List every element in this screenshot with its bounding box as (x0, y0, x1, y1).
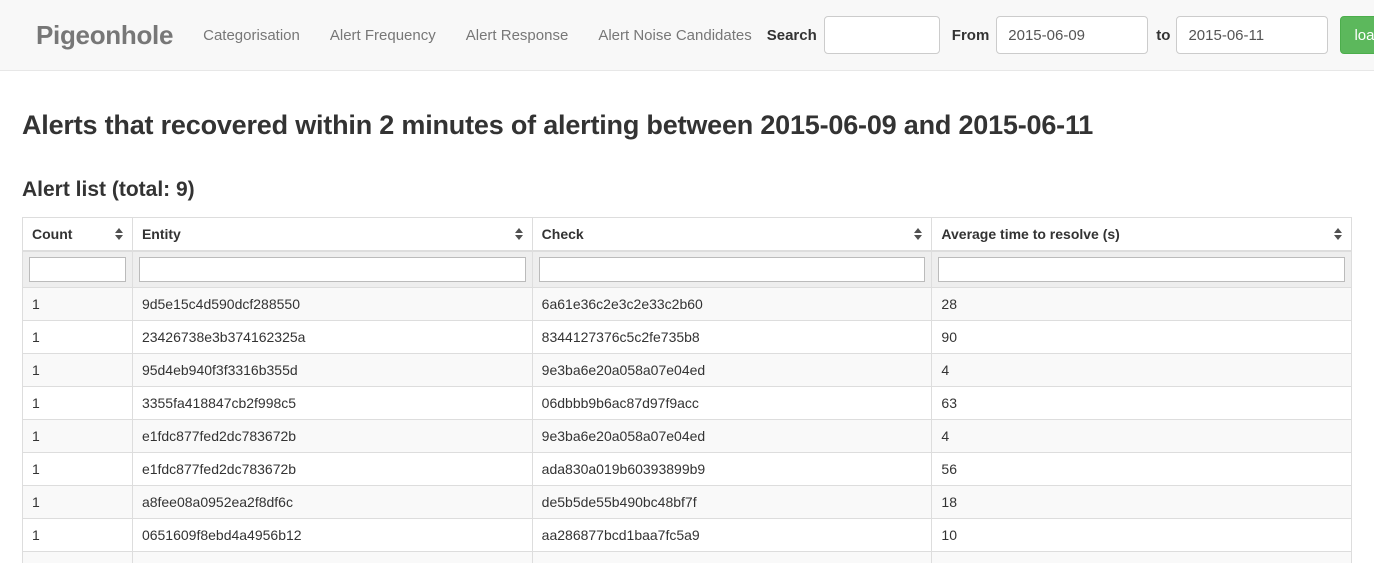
cell-count: 1 (22, 517, 133, 552)
main-nav: Categorisation Alert Frequency Alert Res… (188, 0, 767, 71)
cell-check: 8344127376c5c2fe735b8 (531, 319, 933, 354)
cell-average-time-to-resolve: 56 (931, 451, 1352, 486)
cell-count: 1 (22, 418, 133, 453)
table-row[interactable]: 1 9d5e15c4d590dcf288550 6a61e36c2e3c2e33… (22, 286, 1352, 321)
filter-input-entity[interactable] (138, 256, 526, 282)
filter-cell-average-time-to-resolve (931, 250, 1352, 288)
sort-both-icon[interactable] (1333, 227, 1343, 241)
alert-table-body: 1 9d5e15c4d590dcf288550 6a61e36c2e3c2e33… (22, 286, 1352, 563)
search-label: Search (766, 26, 817, 44)
sort-both-icon[interactable] (913, 227, 923, 241)
table-row[interactable]: 1 95d4eb940f3f3316b355d 9e3ba6e20a058a07… (22, 352, 1352, 387)
table-row[interactable]: 1 a60bd88d1886cfb19873a af71477e592f4f8d… (22, 550, 1352, 563)
cell-entity: a60bd88d1886cfb19873a (131, 550, 533, 563)
table-filter-row (22, 250, 1352, 288)
column-header-check[interactable]: Check (531, 216, 933, 252)
nav-link-alert-response[interactable]: Alert Response (451, 0, 584, 71)
cell-entity: a8fee08a0952ea2f8df6c (131, 484, 533, 519)
main-container: Alerts that recovered within 2 minutes o… (0, 109, 1374, 563)
from-date-input[interactable] (996, 16, 1149, 54)
brand-logo[interactable]: Pigeonhole (0, 22, 188, 48)
cell-check: 9e3ba6e20a058a07e04ed (531, 352, 933, 387)
filter-input-average-time-to-resolve[interactable] (938, 256, 1345, 282)
nav-item-alert-response[interactable]: Alert Response (451, 0, 584, 71)
cell-entity: 95d4eb940f3f3316b355d (131, 352, 533, 387)
column-header-entity-label: Entity (141, 225, 181, 242)
cell-check: 06dbbb9b6ac87d97f9acc (531, 385, 933, 420)
sort-both-icon[interactable] (514, 227, 524, 241)
cell-average-time-to-resolve: 4 (931, 418, 1352, 453)
load-button[interactable]: load (1340, 16, 1374, 54)
cell-check: 9e3ba6e20a058a07e04ed (531, 418, 933, 453)
cell-check: af71477e592f4f8d4b66d (531, 550, 933, 563)
cell-entity: e1fdc877fed2dc783672b (131, 451, 533, 486)
table-row[interactable]: 1 0651609f8ebd4a4956b12 aa286877bcd1baa7… (22, 517, 1352, 552)
to-date-input[interactable] (1176, 16, 1329, 54)
table-header-row: Count Entity Check Average time to resol… (22, 216, 1352, 252)
cell-check: de5b5de55b490bc48bf7f (531, 484, 933, 519)
cell-count: 1 (22, 352, 133, 387)
cell-count: 1 (22, 484, 133, 519)
filter-cell-check (531, 250, 933, 288)
cell-average-time-to-resolve: 4 (931, 352, 1352, 387)
search-input[interactable] (823, 16, 940, 54)
cell-entity: 0651609f8ebd4a4956b12 (131, 517, 533, 552)
to-label: to (1156, 26, 1171, 44)
cell-check: aa286877bcd1baa7fc5a9 (531, 517, 933, 552)
cell-count: 1 (22, 286, 133, 321)
cell-entity: 23426738e3b374162325a (131, 319, 533, 354)
table-row[interactable]: 1 e1fdc877fed2dc783672b 9e3ba6e20a058a07… (22, 418, 1352, 453)
cell-count: 1 (22, 319, 133, 354)
column-header-check-label: Check (541, 225, 584, 242)
cell-check: ada830a019b60393899b9 (531, 451, 933, 486)
cell-average-time-to-resolve: 47 (931, 550, 1352, 563)
cell-entity: 9d5e15c4d590dcf288550 (131, 286, 533, 321)
cell-average-time-to-resolve: 90 (931, 319, 1352, 354)
cell-count: 1 (22, 451, 133, 486)
column-header-entity[interactable]: Entity (131, 216, 533, 252)
nav-link-categorisation[interactable]: Categorisation (188, 0, 315, 71)
filter-input-count[interactable] (29, 256, 126, 282)
table-row[interactable]: 1 a8fee08a0952ea2f8df6c de5b5de55b490bc4… (22, 484, 1352, 519)
column-header-average-time-to-resolve-label: Average time to resolve (s) (941, 225, 1120, 242)
alert-list-title: Alert list (total: 9) (22, 178, 195, 202)
filter-input-check[interactable] (538, 256, 926, 282)
navbar-search-form: Search From to load (767, 16, 1374, 54)
nav-link-alert-frequency[interactable]: Alert Frequency (315, 0, 451, 71)
table-row[interactable]: 1 23426738e3b374162325a 8344127376c5c2fe… (22, 319, 1352, 354)
column-header-count-label: Count (32, 225, 73, 242)
filter-cell-entity (131, 250, 533, 288)
cell-check: 6a61e36c2e3c2e33c2b60 (531, 286, 933, 321)
cell-entity: e1fdc877fed2dc783672b (131, 418, 533, 453)
alert-table-head: Count Entity Check Average time to resol… (22, 216, 1352, 288)
cell-count: 1 (22, 550, 133, 563)
cell-average-time-to-resolve: 18 (931, 484, 1352, 519)
alert-table: Count Entity Check Average time to resol… (22, 216, 1352, 563)
table-row[interactable]: 1 3355fa418847cb2f998c5 06dbbb9b6ac87d97… (22, 385, 1352, 420)
nav-link-alert-noise-candidates[interactable]: Alert Noise Candidates (583, 0, 766, 71)
column-header-count[interactable]: Count (22, 216, 133, 252)
cell-average-time-to-resolve: 28 (931, 286, 1352, 321)
cell-entity: 3355fa418847cb2f998c5 (131, 385, 533, 420)
table-row[interactable]: 1 e1fdc877fed2dc783672b ada830a019b60393… (22, 451, 1352, 486)
column-header-average-time-to-resolve[interactable]: Average time to resolve (s) (931, 216, 1352, 252)
cell-count: 1 (22, 385, 133, 420)
from-label: From (951, 26, 990, 44)
page-title: Alerts that recovered within 2 minutes o… (22, 110, 1094, 140)
filter-cell-count (22, 250, 133, 288)
nav-item-alert-noise-candidates[interactable]: Alert Noise Candidates (583, 0, 766, 71)
cell-average-time-to-resolve: 10 (931, 517, 1352, 552)
sort-both-icon[interactable] (114, 227, 124, 241)
cell-average-time-to-resolve: 63 (931, 385, 1352, 420)
nav-item-categorisation[interactable]: Categorisation (188, 0, 315, 71)
top-navbar: Pigeonhole Categorisation Alert Frequenc… (0, 0, 1374, 71)
nav-item-alert-frequency[interactable]: Alert Frequency (315, 0, 451, 71)
